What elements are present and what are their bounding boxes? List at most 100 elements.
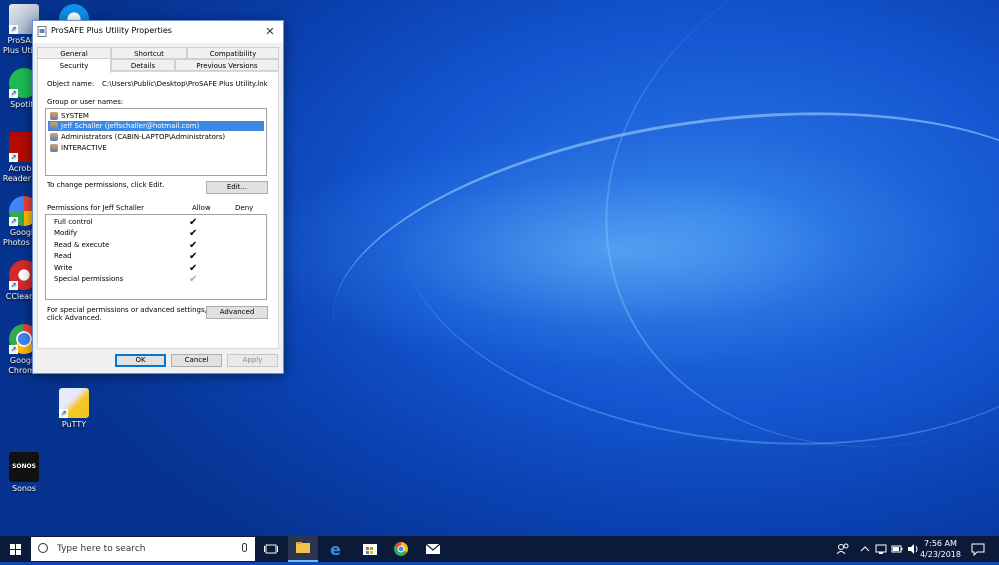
user-name: Administrators (CABIN-LAPTOP\Administrat… (61, 133, 226, 141)
permission-name: Read & execute (54, 241, 110, 249)
allow-check-icon: ✔ (189, 263, 198, 274)
list-item-interactive[interactable]: INTERACTIVE (48, 143, 264, 153)
action-center-button[interactable] (966, 536, 990, 562)
shortcut-arrow-icon: ↗ (9, 281, 18, 290)
chrome-icon (394, 542, 408, 556)
user-group-icon (50, 112, 58, 120)
user-group-icon (50, 144, 58, 152)
search-placeholder: Type here to search (57, 544, 146, 554)
chrome-taskbar-button[interactable] (386, 536, 416, 562)
people-button[interactable] (834, 536, 852, 562)
allow-check-icon: ✔ (189, 240, 198, 251)
battery-icon (891, 545, 903, 553)
permission-name: Write (54, 264, 73, 272)
permission-row-read: Read ✔ (54, 251, 254, 262)
start-button[interactable] (0, 536, 31, 562)
cancel-button[interactable]: Cancel (171, 354, 222, 367)
sonos-desktop-icon[interactable]: SONOS Sonos (2, 452, 46, 494)
network-icon (875, 544, 887, 554)
user-group-icon (50, 133, 58, 141)
allow-check-icon: ✔ (189, 217, 198, 228)
chevron-up-icon (860, 546, 870, 552)
permission-name: Read (54, 252, 72, 260)
user-name: Jeff Schaller (jeffschaller@hotmail.com) (61, 122, 200, 130)
apply-button[interactable]: Apply (227, 354, 278, 367)
store-taskbar-button[interactable] (355, 536, 385, 562)
network-tray-button[interactable] (874, 536, 888, 562)
permission-row-modify: Modify ✔ (54, 228, 254, 239)
volume-tray-button[interactable] (906, 536, 920, 562)
allow-check-icon: ✔ (189, 251, 198, 262)
microphone-icon[interactable] (242, 543, 247, 552)
object-name-label: Object name: (47, 80, 95, 88)
clock-time: 7:56 AM (924, 539, 957, 548)
shortcut-arrow-icon: ↗ (9, 25, 18, 34)
shortcut-arrow-icon: ↗ (9, 153, 18, 162)
user-icon (50, 122, 58, 130)
shortcut-arrow-icon: ↗ (9, 345, 18, 354)
cortana-circle-icon (38, 543, 48, 553)
permission-row-special: Special permissions ✔ (54, 274, 254, 285)
change-permissions-text: To change permissions, click Edit. (47, 181, 165, 189)
properties-dialog: ProSAFE Plus Utility Properties ✕ Genera… (32, 20, 284, 374)
wallpaper-light-beam (312, 68, 999, 475)
tab-security[interactable]: Security (37, 58, 111, 73)
notification-icon (971, 543, 985, 557)
special-permissions-text-2: click Advanced. (47, 314, 102, 322)
tab-previous-versions[interactable]: Previous Versions (175, 59, 279, 71)
user-list[interactable]: SYSTEM Jeff Schaller (jeffschaller@hotma… (45, 108, 267, 176)
user-name: SYSTEM (61, 112, 89, 120)
wallpaper-light-beam (532, 0, 999, 528)
task-view-button[interactable] (258, 536, 284, 562)
battery-tray-button[interactable] (890, 536, 904, 562)
taskbar-clock[interactable]: 7:56 AM 4/23/2018 (920, 538, 961, 560)
allow-column-header: Allow (192, 204, 211, 212)
ok-button[interactable]: OK (115, 354, 166, 367)
allow-check-icon: ✔ (189, 274, 198, 285)
permission-name: Modify (54, 229, 78, 237)
tab-shortcut[interactable]: Shortcut (111, 47, 187, 59)
store-bag-icon (363, 544, 377, 555)
tab-compatibility[interactable]: Compatibility (187, 47, 279, 59)
permission-row-write: Write ✔ (54, 263, 254, 274)
group-names-label: Group or user names: (47, 98, 124, 106)
user-name: INTERACTIVE (61, 144, 107, 152)
shortcut-arrow-icon: ↗ (9, 89, 18, 98)
close-button[interactable]: ✕ (259, 22, 281, 42)
list-item-administrators[interactable]: Administrators (CABIN-LAPTOP\Administrat… (48, 132, 264, 142)
list-item-jeff-schaller[interactable]: Jeff Schaller (jeffschaller@hotmail.com) (48, 121, 264, 131)
putty-icon: ↗ (59, 388, 89, 418)
special-permissions-text: For special permissions or advanced sett… (47, 306, 207, 314)
desktop-background: ↗ ProSAFE Plus Utility ↗ Spotify ↗ Acrob… (0, 0, 999, 536)
advanced-button[interactable]: Advanced (206, 306, 268, 319)
file-explorer-taskbar-button[interactable] (288, 536, 318, 562)
mail-taskbar-button[interactable] (418, 536, 448, 562)
desktop-icon-label: Sonos (11, 484, 37, 493)
permission-name: Special permissions (54, 275, 124, 283)
tab-details[interactable]: Details (111, 59, 175, 71)
permissions-list[interactable]: Full control ✔ Modify ✔ Read & execute ✔ Re… (45, 214, 267, 300)
desktop-icon-label: PuTTY (61, 420, 87, 429)
shortcut-file-icon (37, 26, 47, 37)
wallpaper-light-beam (382, 44, 999, 478)
permission-row-read-execute: Read & execute ✔ (54, 240, 254, 251)
list-item-system[interactable]: SYSTEM (48, 111, 264, 121)
allow-check-icon: ✔ (189, 228, 198, 239)
dialog-titlebar[interactable]: ProSAFE Plus Utility Properties ✕ (33, 21, 283, 43)
show-hidden-icons-button[interactable] (858, 536, 872, 562)
people-icon (836, 543, 849, 555)
object-name-value: C:\Users\Public\Desktop\ProSAFE Plus Uti… (102, 80, 268, 88)
putty-desktop-icon[interactable]: ↗ PuTTY (52, 388, 96, 430)
shortcut-arrow-icon: ↗ (9, 217, 18, 226)
shortcut-arrow-icon: ↗ (59, 409, 68, 418)
permission-name: Full control (54, 218, 93, 226)
edge-taskbar-button[interactable]: e (322, 536, 352, 562)
sonos-icon: SONOS (9, 452, 39, 482)
folder-icon (296, 542, 310, 553)
clock-date: 4/23/2018 (919, 550, 961, 559)
taskbar-search-box[interactable]: Type here to search (31, 537, 255, 561)
dialog-title: ProSAFE Plus Utility Properties (51, 26, 172, 35)
task-view-icon (264, 544, 278, 554)
permissions-for-label: Permissions for Jeff Schaller (47, 204, 144, 212)
edit-button[interactable]: Edit... (206, 181, 268, 194)
